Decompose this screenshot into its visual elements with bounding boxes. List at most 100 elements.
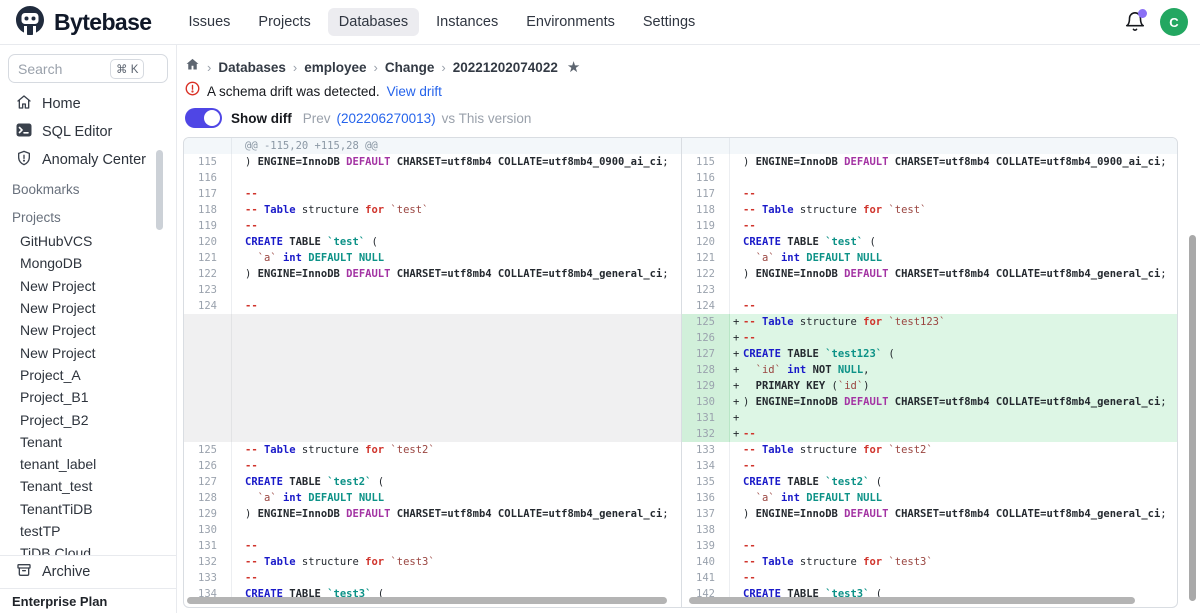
nav-item-settings[interactable]: Settings (632, 8, 706, 36)
line-number (184, 378, 232, 394)
favorite-star-icon[interactable]: ★ (567, 58, 580, 76)
code-text: `a` int DEFAULT NULL (245, 250, 681, 266)
sidebar-project-item[interactable]: Tenant (0, 431, 176, 453)
code-text (743, 410, 1177, 426)
diff-line: 116 (184, 170, 681, 186)
line-number: 120 (682, 234, 730, 250)
show-diff-toggle[interactable] (185, 108, 222, 128)
sidebar-item-home[interactable]: Home (0, 90, 176, 118)
diff-line: 117-- (184, 186, 681, 202)
brand-logo[interactable]: Bytebase (0, 4, 151, 41)
line-number: 137 (682, 506, 730, 522)
projects-section-label: Projects (0, 204, 176, 230)
line-number: 132 (682, 426, 730, 442)
diff-marker (730, 234, 743, 250)
nav-item-projects[interactable]: Projects (247, 8, 321, 36)
code-text: `id` int NOT NULL, (743, 362, 1177, 378)
project-list: GitHubVCSMongoDBNew ProjectNew ProjectNe… (0, 230, 176, 564)
line-number: 126 (184, 458, 232, 474)
breadcrumb-separator: › (441, 60, 445, 75)
view-drift-link[interactable]: View drift (387, 84, 442, 99)
sidebar-project-item[interactable]: TenantTiDB (0, 498, 176, 520)
sidebar-item-label: Anomaly Center (42, 152, 146, 168)
code-text: -- (743, 298, 1177, 314)
left-pane-hscrollbar[interactable] (187, 597, 667, 604)
diff-marker (232, 362, 245, 378)
sidebar-project-item[interactable]: Project_B2 (0, 408, 176, 430)
code-text: CREATE TABLE `test123` ( (743, 346, 1177, 362)
diff-marker (232, 570, 245, 586)
line-number: 120 (184, 234, 232, 250)
diff-marker (232, 298, 245, 314)
diff-marker: + (730, 378, 743, 394)
sidebar-project-item[interactable]: Project_A (0, 364, 176, 386)
breadcrumb-item[interactable]: 20221202074022 (453, 60, 558, 75)
main-nav: IssuesProjectsDatabasesInstancesEnvironm… (177, 8, 706, 36)
code-text (245, 522, 681, 538)
sidebar-project-item[interactable]: New Project (0, 275, 176, 297)
line-number: 130 (184, 522, 232, 538)
avatar[interactable]: C (1160, 8, 1188, 36)
sidebar-scrollbar[interactable] (156, 150, 163, 230)
sidebar-item-label: Home (42, 96, 81, 112)
diff-marker (232, 394, 245, 410)
diff-line: 135CREATE TABLE `test2` ( (682, 474, 1177, 490)
diff-line: 118-- Table structure for `test` (682, 202, 1177, 218)
prev-label: Prev (303, 111, 331, 126)
nav-item-instances[interactable]: Instances (425, 8, 509, 36)
line-number: 129 (682, 378, 730, 394)
line-number: 115 (682, 154, 730, 170)
sidebar-project-item[interactable]: MongoDB (0, 252, 176, 274)
sidebar-item-archive[interactable]: Archive (0, 555, 176, 588)
code-text: -- (245, 458, 681, 474)
diff-line: 137) ENGINE=InnoDB DEFAULT CHARSET=utf8m… (682, 506, 1177, 522)
breadcrumb-item[interactable]: Databases (218, 60, 286, 75)
nav-item-databases[interactable]: Databases (328, 8, 419, 36)
nav-item-issues[interactable]: Issues (177, 8, 241, 36)
diff-marker (232, 314, 245, 330)
breadcrumb-home-icon[interactable] (185, 57, 200, 77)
search-box[interactable]: ⌘ K (8, 54, 168, 83)
line-number: 127 (184, 474, 232, 490)
nav-item-environments[interactable]: Environments (515, 8, 626, 36)
sidebar-item-sql-editor[interactable]: SQL Editor (0, 118, 176, 146)
diff-line: 123 (682, 282, 1177, 298)
line-number: 123 (184, 282, 232, 298)
notification-bell-button[interactable] (1124, 11, 1146, 33)
code-text: -- (743, 458, 1177, 474)
code-text (245, 282, 681, 298)
diff-marker (730, 282, 743, 298)
code-text: -- (743, 538, 1177, 554)
sidebar-project-item[interactable]: New Project (0, 341, 176, 363)
sidebar-project-item[interactable]: New Project (0, 297, 176, 319)
breadcrumb-item[interactable]: Change (385, 60, 435, 75)
sidebar-item-anomaly-center[interactable]: Anomaly Center (0, 146, 176, 174)
diff-marker (232, 410, 245, 426)
breadcrumb-item[interactable]: employee (304, 60, 366, 75)
diff-line: 129) ENGINE=InnoDB DEFAULT CHARSET=utf8m… (184, 506, 681, 522)
diff-marker (730, 298, 743, 314)
line-number: 138 (682, 522, 730, 538)
sidebar-project-item[interactable]: Project_B1 (0, 386, 176, 408)
sidebar-project-item[interactable]: GitHubVCS (0, 230, 176, 252)
line-number: 115 (184, 154, 232, 170)
sidebar-project-item[interactable]: New Project (0, 319, 176, 341)
line-number: 132 (184, 554, 232, 570)
line-number: 127 (682, 346, 730, 362)
diff-line-added: 132+-- (682, 426, 1177, 442)
sidebar-project-item[interactable]: testTP (0, 520, 176, 542)
sidebar-project-item[interactable]: tenant_label (0, 453, 176, 475)
diff-line: 126 -- (184, 458, 681, 474)
code-text (245, 410, 681, 426)
search-input[interactable] (18, 61, 110, 77)
diff-line-added: 131+ (682, 410, 1177, 426)
code-text: -- Table structure for `test2` (743, 442, 1177, 458)
prev-version-link[interactable]: (202206270013) (337, 111, 436, 126)
page-vertical-scrollbar[interactable] (1189, 235, 1196, 601)
right-pane-hscrollbar[interactable] (689, 597, 1135, 604)
sidebar-project-item[interactable]: Tenant_test (0, 475, 176, 497)
code-text: -- Table structure for `test3` (743, 554, 1177, 570)
top-nav: Bytebase IssuesProjectsDatabasesInstance… (0, 0, 1200, 45)
diff-marker (232, 330, 245, 346)
diff-line: 122) ENGINE=InnoDB DEFAULT CHARSET=utf8m… (184, 266, 681, 282)
